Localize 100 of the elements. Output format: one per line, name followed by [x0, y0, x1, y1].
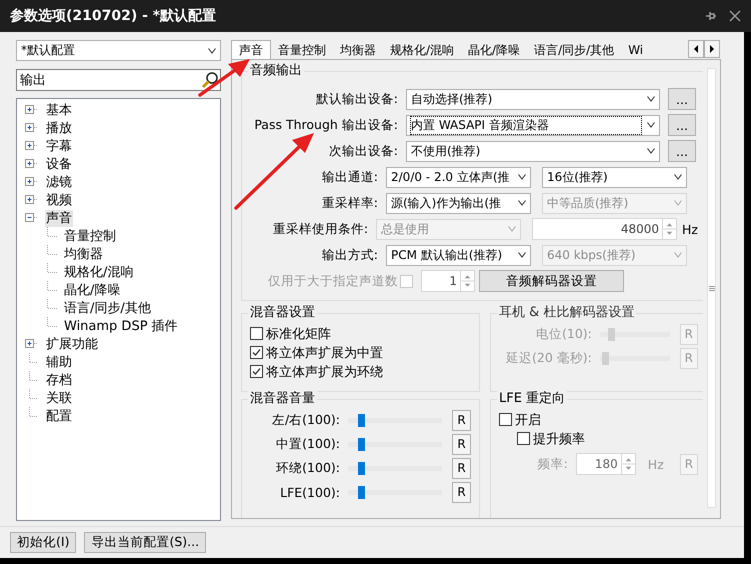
- right-arrow-icon: [709, 45, 715, 53]
- left-arrow-icon: [693, 45, 699, 53]
- field-label: Pass Through 输出设备:: [253, 116, 399, 134]
- checkbox-label: 提升频率: [533, 430, 585, 448]
- grip-icon: [708, 285, 714, 291]
- tree-line: [47, 227, 57, 237]
- number-field[interactable]: 48000: [532, 218, 664, 240]
- button[interactable]: ...: [668, 114, 696, 136]
- group-title: 混音器音量: [248, 391, 317, 407]
- reset-button[interactable]: R: [452, 434, 471, 454]
- tree-line: [29, 389, 38, 399]
- tree-item[interactable]: 音量控制: [63, 228, 117, 244]
- tree-item[interactable]: 存档: [45, 372, 73, 388]
- slider-label: 电位(10):: [535, 326, 593, 342]
- checkbox[interactable]: [250, 346, 263, 359]
- dropdown[interactable]: *默认配置: [16, 40, 221, 61]
- tree-line: [47, 263, 57, 273]
- search-field[interactable]: 输出: [16, 69, 221, 91]
- button[interactable]: 初始化(I): [10, 532, 76, 553]
- caret-icon: [518, 252, 526, 258]
- caret-icon: [208, 48, 216, 54]
- tree-line: [29, 353, 38, 363]
- tab[interactable]: 规格化/混响: [383, 41, 462, 59]
- caret-icon: [518, 200, 526, 206]
- tab[interactable]: 语言/同步/其他: [527, 41, 622, 59]
- annotation-arrow: [198, 59, 250, 97]
- caret-icon: [647, 96, 655, 102]
- group-title: 音频输出: [248, 63, 304, 79]
- tab[interactable]: 音量控制: [271, 41, 333, 59]
- checkbox-label: 将立体声扩展为环绕: [266, 364, 383, 380]
- caret-icon: [674, 200, 682, 206]
- tree-item[interactable]: 设备: [45, 156, 73, 172]
- field-label: 重采样使用条件:: [272, 220, 370, 238]
- close-icon[interactable]: [729, 10, 741, 22]
- dropdown[interactable]: 自动选择(推荐): [406, 88, 660, 110]
- reset-button[interactable]: R: [452, 458, 471, 478]
- slider-label: 左/右(100):: [270, 412, 341, 428]
- slider-label: LFE(100):: [279, 484, 341, 500]
- window-title: 参数选项(210702) - *默认配置: [10, 7, 218, 25]
- tree-item[interactable]: 字幕: [45, 138, 73, 154]
- tab[interactable]: 声音: [231, 40, 271, 59]
- field-label: 重采样率:: [320, 194, 379, 212]
- tree-item[interactable]: 滤镜: [45, 174, 73, 190]
- checkbox[interactable]: [499, 413, 512, 426]
- tree-item[interactable]: 播放: [45, 120, 73, 136]
- slider-label: 环绕(100):: [275, 460, 341, 476]
- dropdown[interactable]: 内置 WASAPI 音频渲染器: [406, 114, 660, 136]
- button[interactable]: ...: [668, 140, 696, 162]
- tree-line: [29, 371, 38, 381]
- tree-line: [47, 317, 57, 327]
- field-label: 频率:: [536, 456, 569, 472]
- reset-button[interactable]: R: [452, 410, 471, 430]
- field-label: 默认输出设备:: [314, 90, 399, 108]
- dropdown[interactable]: 源(输入)作为输出(推: [386, 192, 531, 214]
- pin-icon[interactable]: [705, 10, 717, 22]
- unit-label: Hz: [682, 222, 698, 236]
- checkbox[interactable]: [517, 432, 530, 445]
- caret-icon: [508, 226, 516, 232]
- unit-label: Hz: [648, 456, 664, 472]
- scroll-left-button[interactable]: [688, 40, 704, 58]
- tree-item[interactable]: 关联: [45, 390, 73, 406]
- caret-icon: [647, 122, 655, 128]
- group-title: LFE 重定向: [497, 391, 568, 407]
- tree-item[interactable]: 均衡器: [63, 246, 104, 262]
- dropdown[interactable]: PCM 默认输出(推荐): [386, 244, 531, 266]
- tree-line: [29, 407, 38, 417]
- checkbox[interactable]: [250, 327, 263, 340]
- reset-button[interactable]: R: [452, 482, 471, 502]
- button[interactable]: ...: [668, 88, 696, 110]
- tree-item[interactable]: Winamp DSP 插件: [63, 318, 179, 334]
- dropdown[interactable]: 2/0/0 - 2.0 立体声(推: [386, 166, 531, 188]
- dropdown[interactable]: 不使用(推荐): [406, 140, 660, 162]
- caret-icon: [674, 252, 682, 258]
- field-label: 仅用于大于指定声道数: [267, 272, 399, 290]
- tree-item[interactable]: 视频: [45, 192, 73, 208]
- tab[interactable]: 晶化/降噪: [461, 41, 528, 59]
- checkbox-label: 开启: [515, 412, 541, 428]
- dropdown[interactable]: 16位(推荐): [542, 166, 687, 188]
- tree-item[interactable]: 基本: [45, 102, 73, 118]
- field-label: 输出方式:: [320, 246, 379, 264]
- tree-item[interactable]: 规格化/混响: [63, 264, 134, 280]
- tree-item[interactable]: 配置: [45, 408, 73, 424]
- tab[interactable]: 均衡器: [333, 41, 383, 59]
- spinner-arrows-icon: [622, 453, 636, 475]
- button[interactable]: 导出当前配置(S)...: [84, 532, 206, 553]
- tree-item[interactable]: 扩展功能: [45, 336, 99, 352]
- tab[interactable]: Wi: [621, 41, 650, 59]
- tree-line: [47, 245, 57, 255]
- caret-icon: [518, 174, 526, 180]
- scroll-right-button[interactable]: [704, 40, 720, 58]
- slider-label: 中置(100):: [275, 436, 341, 452]
- field-label: 输出通道:: [320, 168, 379, 186]
- tree-item[interactable]: 辅助: [45, 354, 73, 370]
- tree-item[interactable]: 声音: [45, 210, 73, 226]
- checkbox[interactable]: [250, 365, 263, 378]
- search-icon: [201, 71, 219, 89]
- tree-item[interactable]: 晶化/降噪: [63, 282, 122, 298]
- checkbox-label: 标准化矩阵: [266, 326, 331, 342]
- tree-item[interactable]: 语言/同步/其他: [63, 300, 152, 316]
- spinner-arrows-icon: [461, 270, 475, 292]
